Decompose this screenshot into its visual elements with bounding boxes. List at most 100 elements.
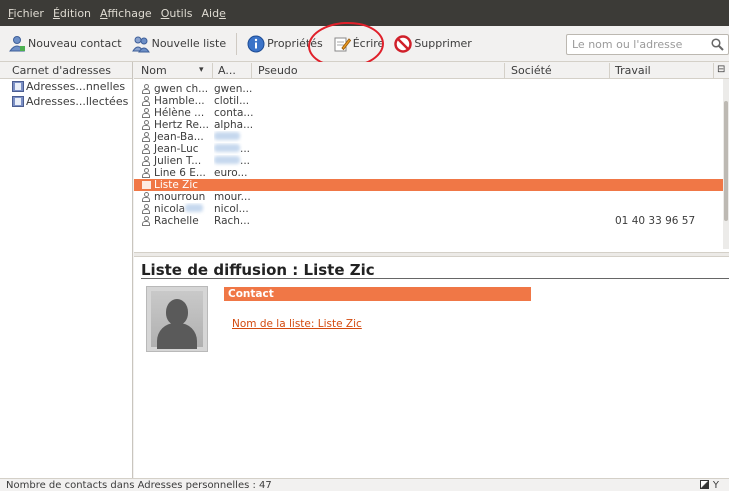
address-book-pane: Carnet d'adresses Adresses...nnelles Adr… [0, 62, 133, 478]
cell-work: 01 40 33 96 57 [615, 215, 696, 227]
row-email-text: mour... [214, 191, 251, 203]
column-header-company[interactable]: Société [511, 64, 552, 77]
redacted-blur [214, 132, 240, 140]
column-divider [713, 63, 714, 78]
person-icon [142, 192, 150, 202]
table-row[interactable]: Jean-Ba... [134, 131, 724, 143]
table-row[interactable]: Hamble... clotil... [134, 95, 724, 107]
new-list-label: Nouvelle liste [151, 37, 227, 50]
cell-name: Liste Zic [142, 179, 210, 191]
search-input[interactable]: Le nom ou l'adresse [566, 34, 729, 55]
row-name-text: Julien T... [154, 155, 202, 167]
table-row[interactable]: Rachelle Rach... 01 40 33 96 57 [134, 215, 724, 227]
column-divider [251, 63, 252, 78]
row-name-text: gwen ch... [154, 83, 209, 95]
new-contact-icon [8, 35, 26, 53]
cell-name: gwen ch... [142, 83, 210, 95]
cell-email: nicol... [214, 203, 254, 215]
list-scrollbar[interactable] [723, 79, 729, 249]
search-icon[interactable] [711, 38, 724, 51]
column-divider [609, 63, 610, 78]
table-row[interactable]: Hélène ... conta... [134, 107, 724, 119]
list-header: Nom ▾ A... Pseudo Société Travail ⊟ [134, 62, 729, 79]
person-icon [142, 168, 150, 178]
menu-fichier[interactable]: Fichier [8, 7, 44, 20]
no-entry-icon [394, 34, 413, 53]
detail-title: Liste de diffusion : Liste Zic [141, 261, 375, 279]
row-email-text: Rach... [214, 215, 250, 227]
new-list-button[interactable]: Nouvelle liste [131, 35, 227, 53]
delete-button[interactable]: Supprimer [394, 34, 472, 53]
row-email-text: ... [240, 155, 251, 167]
row-email-text: ... [240, 143, 251, 155]
address-book-icon [12, 81, 24, 92]
person-icon [142, 204, 150, 214]
person-icon [142, 144, 150, 154]
person-icon [142, 96, 150, 106]
row-name-text: Hertz Re... [154, 119, 209, 131]
table-row[interactable]: Line 6 E... euro... [134, 167, 724, 179]
address-book-label: Adresses...nnelles [26, 80, 126, 93]
table-row[interactable]: Liste Zic [134, 179, 724, 191]
column-divider [504, 63, 505, 78]
address-book-header[interactable]: Carnet d'adresses [0, 62, 132, 79]
cell-email: alpha... [214, 119, 254, 131]
cell-name: nicola [142, 203, 210, 215]
person-icon [142, 156, 150, 166]
row-name-text: Jean-Ba... [154, 131, 204, 143]
table-row[interactable]: mourroun mour... [134, 191, 724, 203]
column-picker-icon[interactable]: ⊟ [717, 64, 725, 75]
table-row[interactable]: Hertz Re... alpha... [134, 119, 724, 131]
row-email-text: alpha... [214, 119, 254, 131]
mailing-list-icon [142, 181, 151, 189]
column-header-name[interactable]: Nom [141, 64, 167, 77]
person-icon [142, 84, 150, 94]
row-email-text: conta... [214, 107, 254, 119]
avatar-placeholder-icon [151, 291, 203, 349]
table-row[interactable]: nicola nicol... [134, 203, 724, 215]
new-contact-label: Nouveau contact [28, 37, 122, 50]
toolbar-separator [236, 32, 238, 55]
cell-email: mour... [214, 191, 254, 203]
table-row[interactable]: Julien T...... [134, 155, 724, 167]
new-contact-button[interactable]: Nouveau contact [8, 35, 122, 53]
cell-email: Rach... [214, 215, 254, 227]
column-header-email[interactable]: A... [218, 64, 236, 77]
row-name-text: Hélène ... [154, 107, 205, 119]
column-header-pseudo[interactable]: Pseudo [258, 64, 298, 77]
search-placeholder: Le nom ou l'adresse [572, 38, 683, 51]
redacted-blur [214, 144, 240, 152]
person-icon [142, 120, 150, 130]
cell-name: Hamble... [142, 95, 210, 107]
person-icon [142, 132, 150, 142]
menu-outils[interactable]: Outils [161, 7, 193, 20]
list-name-link[interactable]: Nom de la liste: Liste Zic [232, 318, 362, 330]
cell-email: euro... [214, 167, 254, 179]
cell-email [214, 131, 254, 143]
address-book-collected[interactable]: Adresses...llectées [0, 94, 132, 109]
cell-email: conta... [214, 107, 254, 119]
cell-email: ... [214, 143, 254, 155]
address-book-personal[interactable]: Adresses...nnelles [0, 79, 132, 94]
delete-label: Supprimer [414, 37, 472, 50]
scrollbar-thumb[interactable] [724, 101, 728, 221]
status-text: Nombre de contacts dans Adresses personn… [6, 480, 272, 491]
redacted-blur [185, 204, 204, 212]
redacted-blur [214, 156, 240, 164]
column-header-work[interactable]: Travail [615, 64, 651, 77]
row-name-text: mourroun [154, 191, 206, 203]
table-row[interactable]: Jean-Luc... [134, 143, 724, 155]
cell-name: Rachelle [142, 215, 210, 227]
status-right-label: Y [712, 480, 719, 491]
menu-edition[interactable]: Édition [53, 7, 91, 20]
contact-detail-pane: Liste de diffusion : Liste Zic Contact N… [134, 257, 729, 478]
cell-name: Jean-Luc [142, 143, 210, 155]
title-divider [141, 278, 729, 279]
menu-aide[interactable]: Aide [202, 7, 226, 20]
menu-affichage[interactable]: Affichage [100, 7, 152, 20]
table-row[interactable]: gwen ch... gwen... [134, 83, 724, 95]
column-divider [212, 63, 213, 78]
cell-email: ... [214, 155, 254, 167]
cell-name: Julien T... [142, 155, 210, 167]
offline-icon[interactable] [699, 480, 709, 489]
